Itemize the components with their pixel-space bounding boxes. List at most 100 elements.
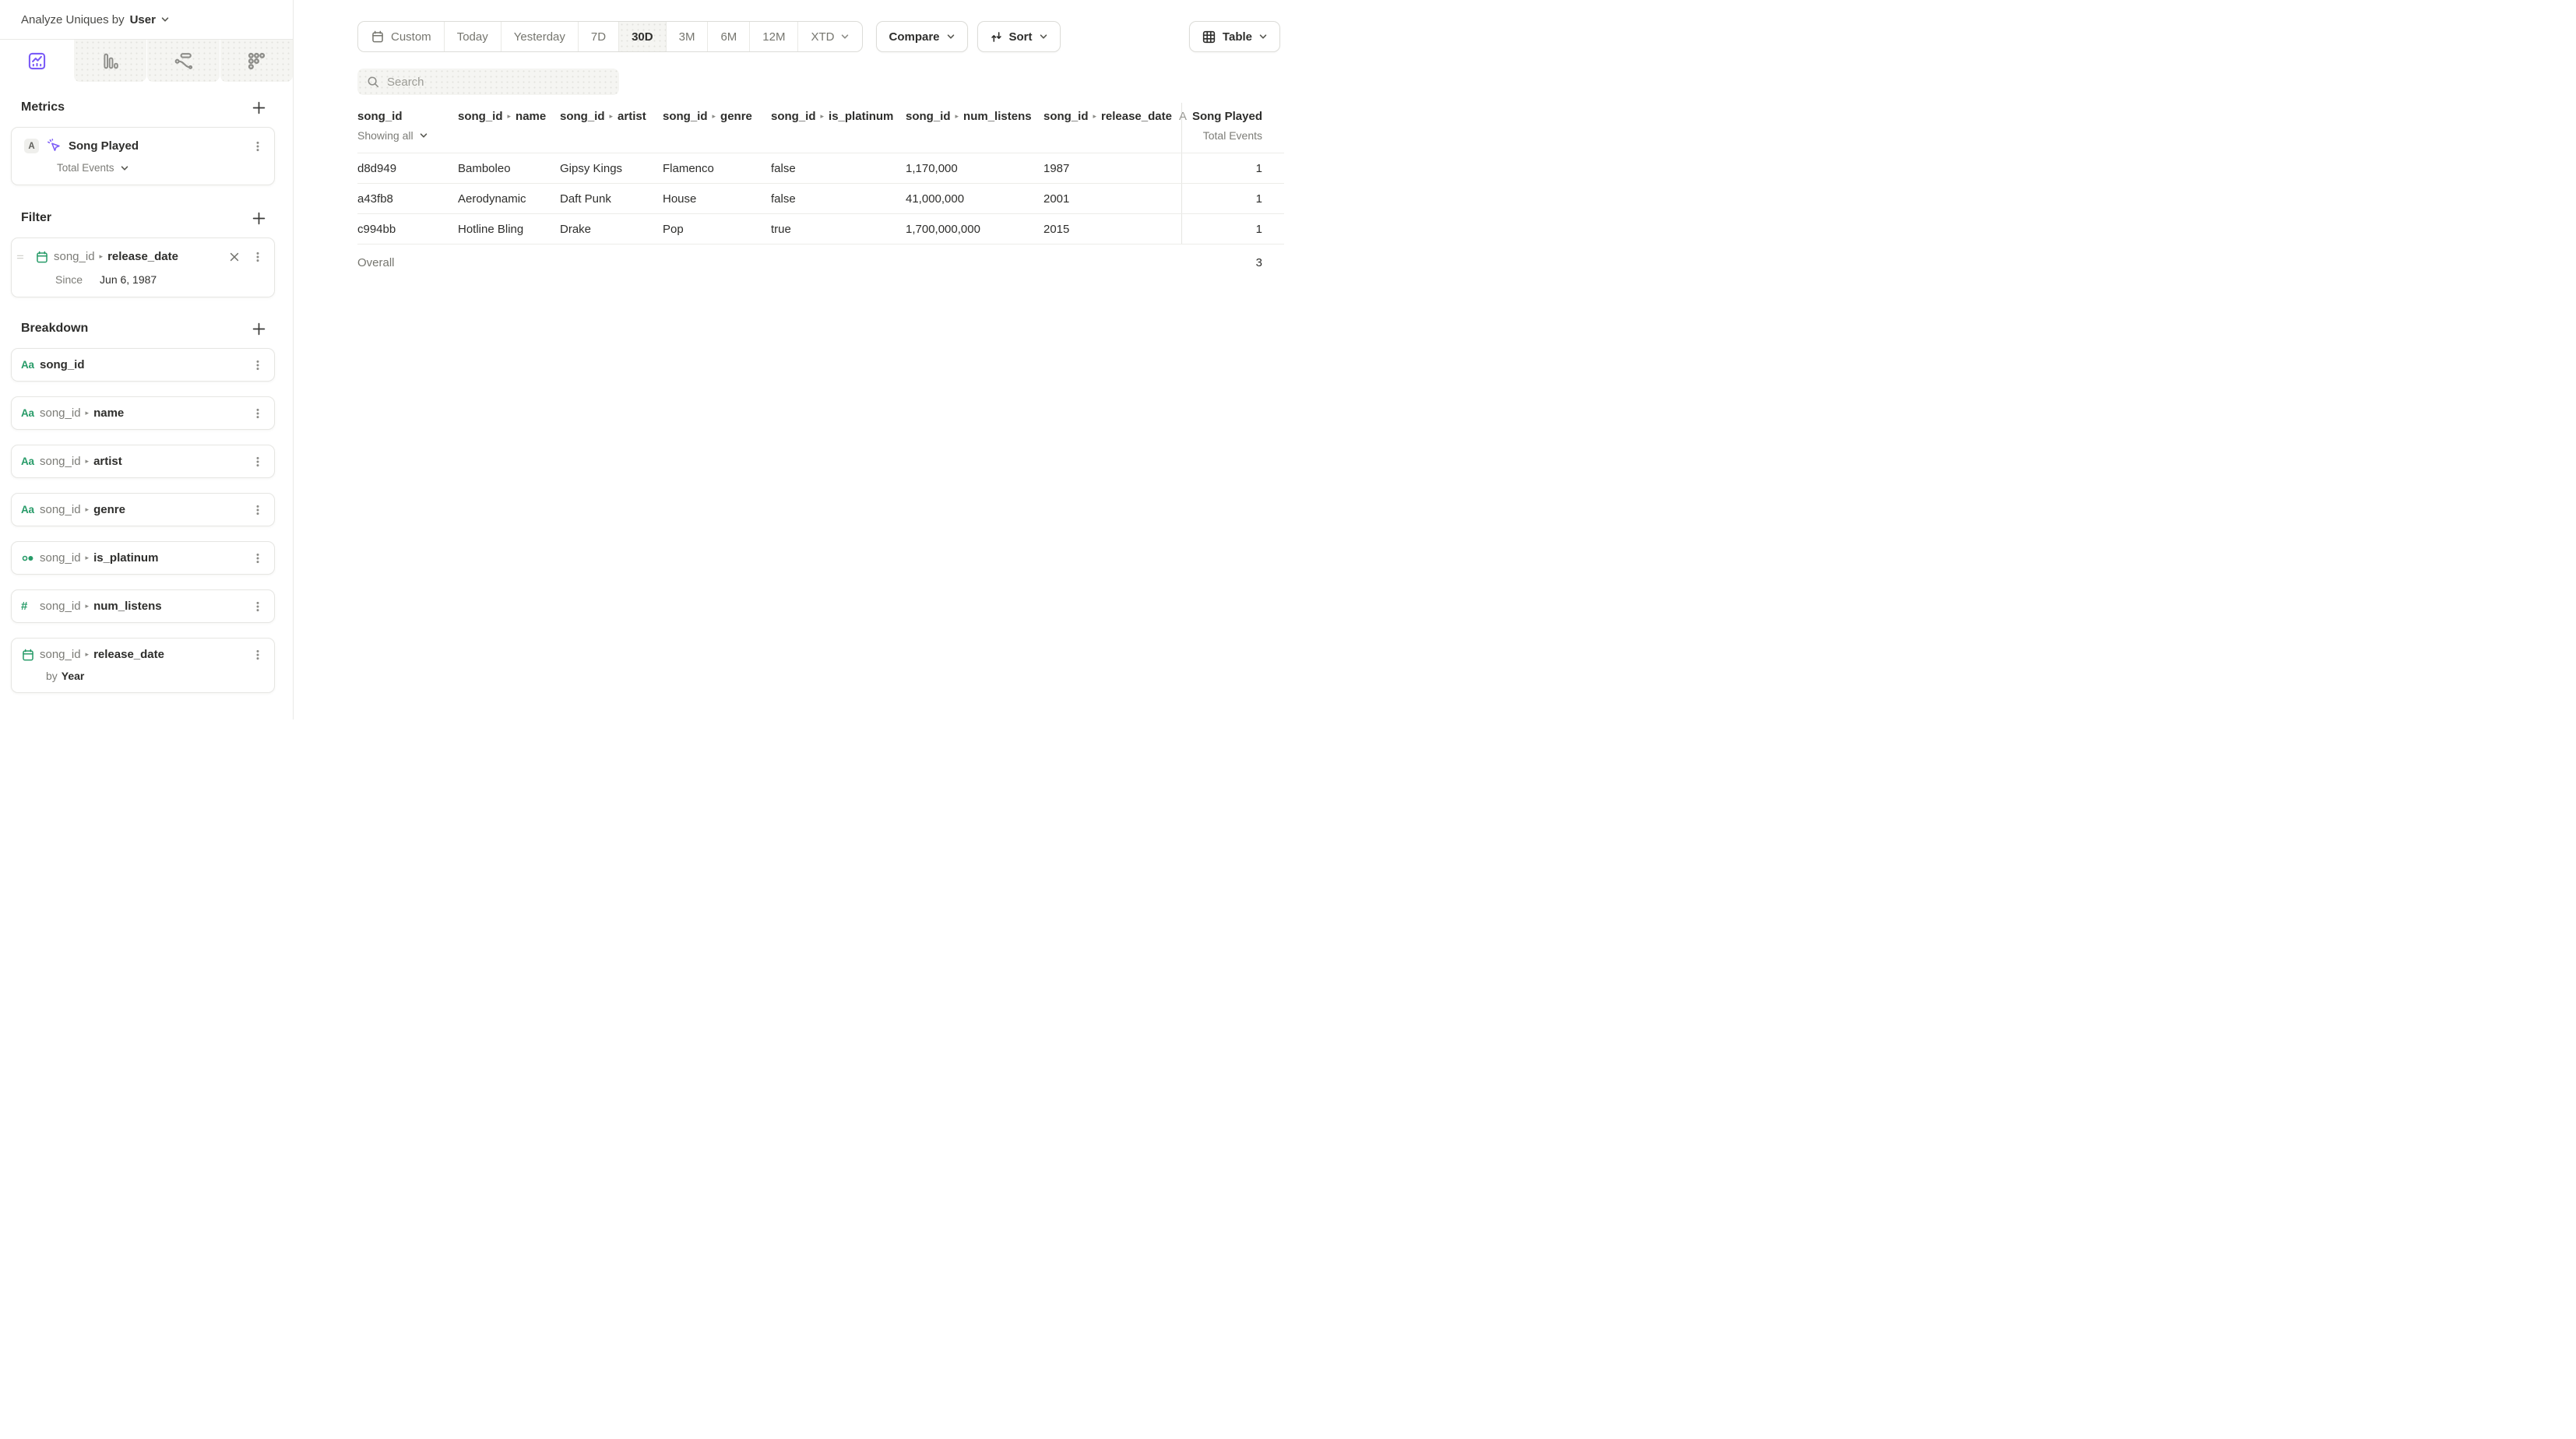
remove-filter-button[interactable] xyxy=(229,252,240,262)
sort-button[interactable]: Sort xyxy=(977,21,1061,52)
empty-cell xyxy=(1043,245,1181,281)
add-metric-button[interactable] xyxy=(250,99,267,116)
breakdown-item[interactable]: Aasong_id▸name xyxy=(11,396,275,430)
metric-card[interactable]: A Song Played Total Events xyxy=(11,127,275,185)
date-range-12m[interactable]: 12M xyxy=(750,22,798,51)
tab-flows[interactable] xyxy=(146,40,220,82)
date-range-custom[interactable]: Custom xyxy=(358,22,445,51)
breakdown-item[interactable]: song_id▸is_platinum xyxy=(11,541,275,575)
date-property-icon xyxy=(21,648,40,662)
column-header[interactable]: song_id▸release_date xyxy=(1043,103,1181,153)
column-header[interactable]: song_id▸genre xyxy=(663,103,771,153)
breakdown-more-options-button[interactable] xyxy=(251,504,265,516)
breakdown-section: Breakdown Aasong_idAasong_id▸nameAasong_… xyxy=(11,320,275,693)
breakdown-item[interactable]: Aasong_id▸genre xyxy=(11,493,275,526)
breakdown-item[interactable]: song_id▸release_datebyYear xyxy=(11,638,275,693)
breakdown-item[interactable]: Aasong_id xyxy=(11,348,275,382)
date-range-30d[interactable]: 30D xyxy=(619,22,667,51)
report-main: Custom Today Yesterday 7D 30D3M 6M 12M XTD Comp… xyxy=(294,0,1288,720)
date-range-label: Yesterday xyxy=(514,30,565,44)
metric-letter-badge: A xyxy=(24,139,39,153)
date-range-today[interactable]: Today xyxy=(445,22,501,51)
number-property-icon: # xyxy=(21,600,40,613)
text-type-icon: Aa xyxy=(21,407,34,419)
table-row[interactable]: d8d949BamboleoGipsy KingsFlamencofalse1,… xyxy=(357,153,1284,183)
date-property-icon xyxy=(35,250,54,264)
search-input[interactable] xyxy=(387,76,611,89)
data-cell: Aerodynamic xyxy=(458,184,560,213)
tab-bar-chart[interactable] xyxy=(73,40,146,82)
date-range-label: 7D xyxy=(591,30,606,44)
column-header[interactable]: song_idShowing all xyxy=(357,103,458,153)
date-range-label: 6M xyxy=(720,30,737,44)
text-property-icon: Aa xyxy=(21,456,40,467)
date-range-7d[interactable]: 7D xyxy=(579,22,619,51)
date-range-yesterday[interactable]: Yesterday xyxy=(501,22,579,51)
metric-more-options-button[interactable] xyxy=(251,140,265,153)
empty-cell xyxy=(560,245,663,281)
breakdown-more-options-button[interactable] xyxy=(251,600,265,613)
table-row[interactable]: a43fb8AerodynamicDaft PunkHousefalse41,0… xyxy=(357,183,1284,213)
results-table: song_idShowing allsong_id▸namesong_id▸ar… xyxy=(357,101,1284,281)
tab-insights[interactable] xyxy=(0,40,73,82)
data-cell: c994bb xyxy=(357,214,458,244)
property-separator-icon: ▸ xyxy=(610,112,614,121)
column-header[interactable]: song_id▸num_listens xyxy=(906,103,1043,153)
overall-label: Overall xyxy=(357,256,395,269)
date-range-6m[interactable]: 6M xyxy=(708,22,750,51)
flows-icon xyxy=(173,51,194,72)
metric-name: Song Played xyxy=(69,139,139,153)
table-row[interactable]: c994bbHotline BlingDrakePoptrue1,700,000… xyxy=(357,213,1284,244)
column-header[interactable]: song_id▸name xyxy=(458,103,560,153)
filter-operator[interactable]: Since xyxy=(55,273,83,286)
breakdown-bucket[interactable]: byYear xyxy=(46,670,265,682)
text-type-icon: Aa xyxy=(21,359,34,371)
compare-button[interactable]: Compare xyxy=(876,21,967,52)
data-cell: Bamboleo xyxy=(458,153,560,183)
date-range-xtd[interactable]: XTD xyxy=(798,22,862,51)
tab-retention[interactable] xyxy=(220,40,293,82)
breakdown-more-options-button[interactable] xyxy=(251,456,265,468)
column-header[interactable]: song_id▸is_platinum xyxy=(771,103,906,153)
data-cell: 2015 xyxy=(1043,214,1181,244)
breakdown-more-options-button[interactable] xyxy=(251,407,265,420)
column-prefix: song_id xyxy=(458,110,503,123)
showing-all-label: Showing all xyxy=(357,129,413,142)
filter-card[interactable]: song_id ▸ release_date Since Jun 6, 1987 xyxy=(11,237,275,297)
property-prefix: song_id xyxy=(40,600,81,613)
add-filter-button[interactable] xyxy=(250,209,267,227)
column-name: num_listens xyxy=(963,110,1032,123)
view-type-dropdown[interactable]: Table xyxy=(1189,21,1280,52)
column-name: name xyxy=(516,110,546,123)
breakdown-item[interactable]: #song_id▸num_listens xyxy=(11,589,275,623)
text-property-icon: Aa xyxy=(21,504,40,515)
boolean-property-icon xyxy=(21,551,40,565)
data-cell: Pop xyxy=(663,214,771,244)
column-header[interactable]: song_id▸artist xyxy=(560,103,663,153)
filter-title: Filter xyxy=(21,211,51,225)
drag-handle-icon[interactable] xyxy=(16,253,24,261)
metric-measure-dropdown[interactable]: Total Events xyxy=(57,162,114,174)
metric-column-name: Song Played xyxy=(1192,110,1262,123)
date-range-label: Custom xyxy=(391,30,431,44)
analyze-entity-dropdown[interactable]: User xyxy=(130,13,170,26)
chevron-down-icon xyxy=(946,32,955,41)
column-prefix: song_id xyxy=(1043,110,1089,123)
breakdown-item[interactable]: Aasong_id▸artist xyxy=(11,445,275,478)
showing-all-dropdown[interactable]: Showing all xyxy=(357,129,458,142)
table-body: d8d949BamboleoGipsy KingsFlamencofalse1,… xyxy=(357,153,1284,244)
date-range-label: XTD xyxy=(811,30,834,44)
filter-more-options-button[interactable] xyxy=(251,251,265,263)
breakdown-more-options-button[interactable] xyxy=(251,649,265,661)
metric-column-sub: Total Events xyxy=(1182,129,1262,142)
sort-arrows-icon xyxy=(990,30,1003,44)
date-range-3m[interactable]: 3M xyxy=(667,22,709,51)
breakdown-more-options-button[interactable] xyxy=(251,359,265,371)
property-name: release_date xyxy=(93,648,164,661)
text-property-icon: Aa xyxy=(21,407,40,419)
empty-cell xyxy=(663,245,771,281)
filter-value[interactable]: Jun 6, 1987 xyxy=(100,273,157,286)
add-breakdown-button[interactable] xyxy=(250,320,267,337)
filter-property-name: release_date xyxy=(107,250,178,263)
breakdown-more-options-button[interactable] xyxy=(251,552,265,565)
